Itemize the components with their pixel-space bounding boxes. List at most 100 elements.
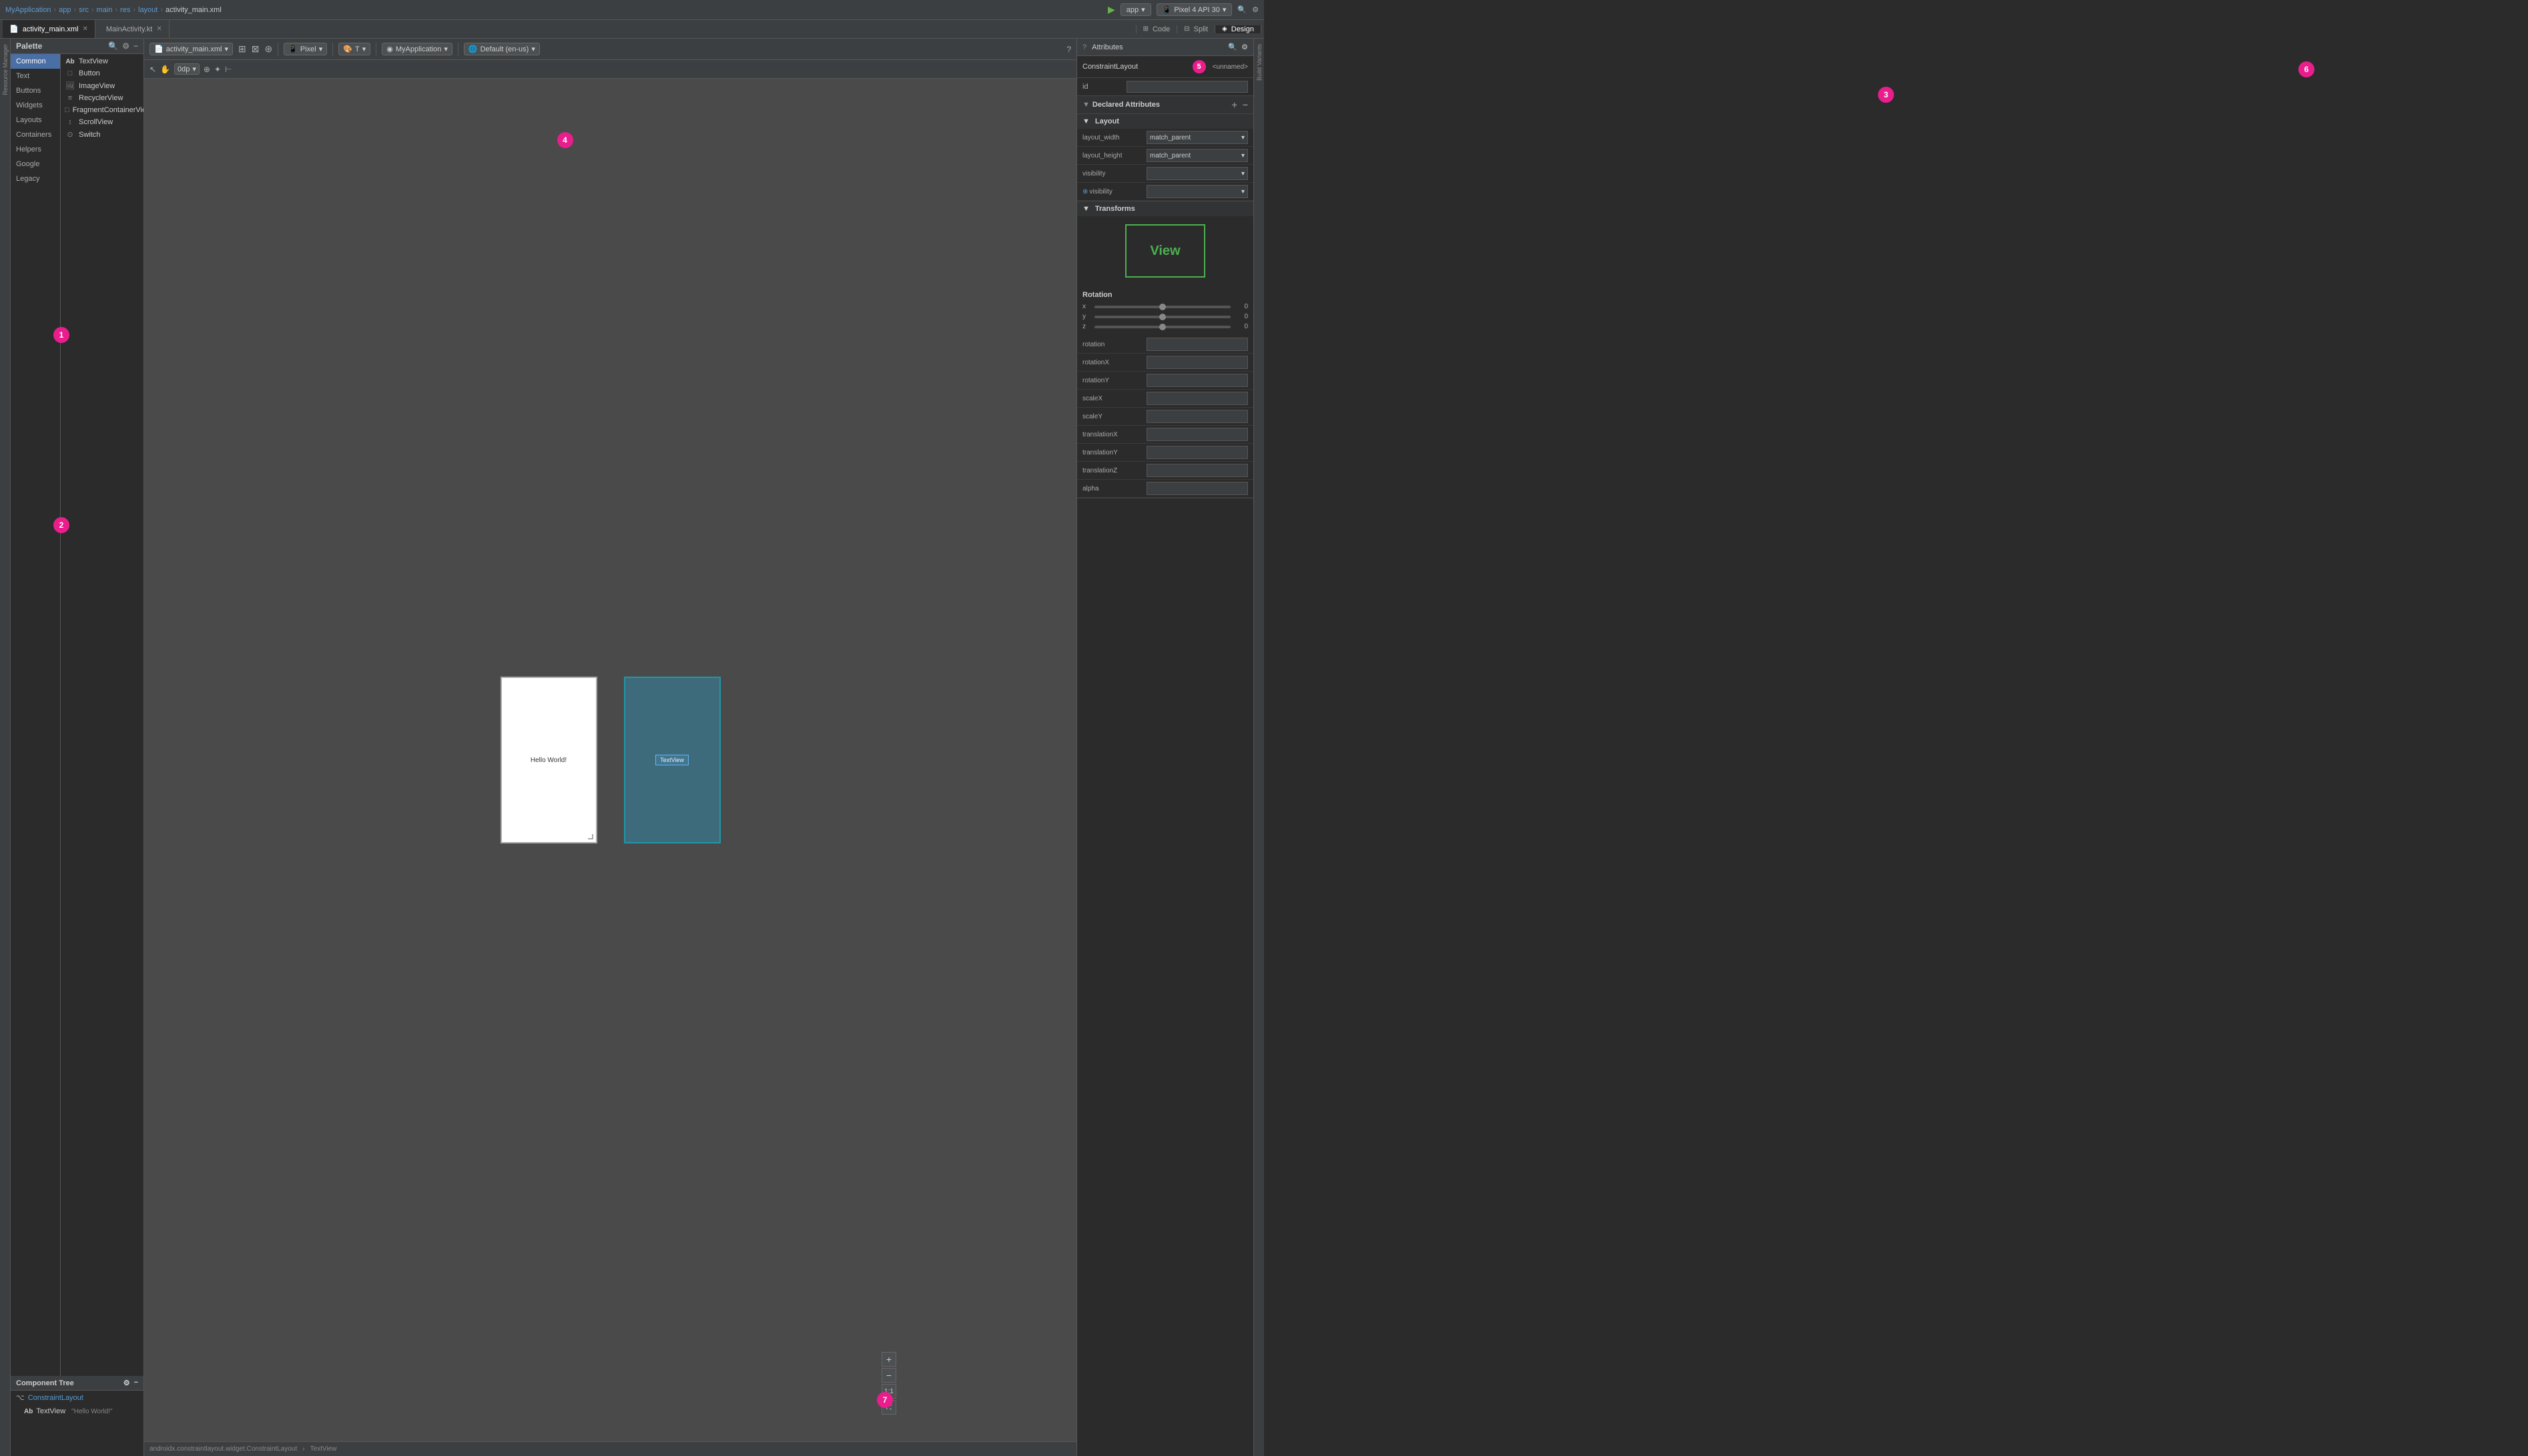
- attr-settings-icon[interactable]: ⚙: [1241, 43, 1248, 51]
- align-tool[interactable]: ⊕: [204, 65, 210, 74]
- breadcrumb-main[interactable]: main: [97, 6, 113, 14]
- phone-frame-blueprint[interactable]: TextView: [624, 677, 721, 843]
- tree-item-textview[interactable]: Ab TextView "Hello World!": [11, 1405, 143, 1418]
- palette-item-scrollview[interactable]: ↕ ScrollView: [61, 116, 143, 128]
- declared-attr-remove[interactable]: −: [1243, 99, 1248, 110]
- breadcrumb-app[interactable]: app: [59, 6, 71, 14]
- breadcrumb-src[interactable]: src: [79, 6, 89, 14]
- rotation-z-slider[interactable]: [1094, 326, 1231, 328]
- palette-category-containers[interactable]: Containers: [11, 127, 60, 142]
- settings-icon[interactable]: ⚙: [1252, 5, 1259, 14]
- rotation-x-slider[interactable]: [1094, 306, 1231, 308]
- attr-component-name-row: ConstraintLayout 5 <unnamed>: [1077, 56, 1253, 78]
- component-tree-settings-icon[interactable]: ⚙: [123, 1379, 130, 1387]
- layout-height-dropdown[interactable]: match_parent ▾: [1147, 149, 1248, 162]
- alpha-input[interactable]: [1147, 482, 1248, 495]
- palette-category-layouts[interactable]: Layouts: [11, 113, 60, 127]
- palette-category-google[interactable]: Google: [11, 157, 60, 171]
- tab-xml-close[interactable]: ✕: [82, 25, 87, 33]
- locale-dropdown[interactable]: 🌐 Default (en-us) ▾: [464, 43, 540, 55]
- visibility2-arrow: ▾: [1241, 188, 1245, 196]
- rotation-field-input[interactable]: [1147, 338, 1248, 351]
- scaleX-input[interactable]: [1147, 392, 1248, 405]
- translationY-input[interactable]: [1147, 446, 1248, 459]
- palette-item-textview[interactable]: Ab TextView: [61, 55, 143, 67]
- tab-kt-close[interactable]: ✕: [156, 25, 162, 33]
- phone-frame-light[interactable]: Hello World!: [501, 677, 597, 843]
- palette-search-icon[interactable]: 🔍: [108, 41, 118, 51]
- transforms-section-header[interactable]: ▼ Transforms: [1077, 202, 1253, 216]
- tab-bar: 📄 activity_main.xml ✕ MainActivity.kt ✕ …: [0, 20, 1264, 39]
- translationZ-label: translationZ: [1082, 467, 1143, 474]
- app-name-dropdown[interactable]: ◉ MyApplication ▾: [382, 43, 452, 55]
- hand-tool[interactable]: ✋: [160, 65, 170, 74]
- palette-item-recyclerview[interactable]: ≡ RecyclerView: [61, 92, 143, 104]
- component-tree-minimize-icon[interactable]: −: [134, 1379, 138, 1387]
- run-button[interactable]: ▶: [1108, 4, 1115, 15]
- tab-design[interactable]: ◈ Design: [1215, 25, 1261, 33]
- visibility2-dropdown[interactable]: ▾: [1147, 185, 1248, 198]
- palette-category-legacy[interactable]: Legacy: [11, 171, 60, 186]
- rotationY-input[interactable]: [1147, 374, 1248, 387]
- rotation-y-slider[interactable]: [1094, 316, 1231, 318]
- toolbar-help-icon[interactable]: ?: [1066, 45, 1071, 54]
- visibility2-row: ⊕visibility ▾: [1077, 183, 1253, 201]
- palette-item-fragmentcontainerview[interactable]: □ FragmentContainerView: [61, 104, 143, 116]
- zoom-out-button[interactable]: −: [882, 1368, 896, 1383]
- main-layout: Resource Manager Palette 🔍 ⚙ − Common: [0, 39, 1264, 1456]
- breadcrumb-res[interactable]: res: [120, 6, 130, 14]
- breadcrumb-file[interactable]: activity_main.xml: [166, 6, 222, 14]
- attr-id-input[interactable]: [1127, 81, 1248, 93]
- design-canvas: 4 Hello World! TextView + − 1:1 ⛶: [144, 79, 1076, 1441]
- resource-manager-tab[interactable]: Resource Manager: [1, 39, 10, 101]
- breadcrumb-myapplication[interactable]: MyApplication: [5, 6, 51, 14]
- palette-category-widgets[interactable]: Widgets: [11, 98, 60, 113]
- resize-handle[interactable]: [588, 834, 593, 839]
- translationX-input[interactable]: [1147, 428, 1248, 441]
- rotationX-input[interactable]: [1147, 356, 1248, 369]
- search-icon[interactable]: 🔍: [1237, 5, 1247, 14]
- zoom-in-button[interactable]: +: [882, 1352, 896, 1367]
- translationZ-input[interactable]: [1147, 464, 1248, 477]
- pixel-dropdown[interactable]: 📱 Pixel ▾: [284, 43, 327, 55]
- tab-activity-main-xml[interactable]: 📄 activity_main.xml ✕: [3, 20, 95, 38]
- tab-mainactivity-kt[interactable]: MainActivity.kt ✕: [95, 20, 170, 38]
- textview-blueprint-label: TextView: [660, 757, 684, 763]
- attr-search-icon[interactable]: 🔍: [1228, 43, 1237, 51]
- toolbar-icon-1[interactable]: ⊞: [238, 43, 246, 55]
- t-dropdown[interactable]: 🎨 T ▾: [338, 43, 370, 55]
- build-variants-tab[interactable]: Build Variants: [1255, 41, 1264, 83]
- textview-blueprint-box[interactable]: TextView: [655, 755, 689, 765]
- device-dropdown-button[interactable]: 📱 Pixel 4 API 30 ▾: [1157, 3, 1233, 16]
- toolbar-icon-2[interactable]: ⊠: [252, 43, 260, 55]
- scaleY-input[interactable]: [1147, 410, 1248, 423]
- palette-item-switch[interactable]: ⊙ Switch: [61, 128, 143, 141]
- attr-help-icon[interactable]: ?: [1082, 43, 1086, 51]
- file-dropdown[interactable]: 📄 activity_main.xml ▾: [149, 43, 233, 55]
- button-icon: □: [65, 69, 75, 77]
- palette-settings-icon[interactable]: ⚙: [122, 41, 129, 51]
- palette-item-imageview[interactable]: 🖼 ImageView: [61, 79, 143, 92]
- palette-category-helpers[interactable]: Helpers: [11, 142, 60, 157]
- palette-minimize-icon[interactable]: −: [133, 41, 138, 51]
- palette-category-common[interactable]: Common: [11, 54, 60, 69]
- layout-section-header[interactable]: ▼ Layout: [1077, 114, 1253, 129]
- tab-code[interactable]: ⊞ Code: [1137, 25, 1178, 33]
- tab-split[interactable]: ⊟ Split: [1177, 25, 1215, 33]
- button-label: Button: [79, 69, 100, 77]
- app-dropdown-button[interactable]: app ▾: [1121, 3, 1151, 16]
- guide-tool[interactable]: ⊢: [225, 65, 232, 74]
- declared-attr-add[interactable]: +: [1232, 99, 1237, 110]
- layout-width-dropdown[interactable]: match_parent ▾: [1147, 131, 1248, 144]
- visibility-dropdown[interactable]: ▾: [1147, 167, 1248, 180]
- status-separator: ›: [302, 1445, 304, 1453]
- select-tool[interactable]: ↖: [149, 65, 156, 74]
- palette-item-button[interactable]: □ Button: [61, 67, 143, 79]
- toolbar-icon-3[interactable]: ⊛: [264, 43, 272, 55]
- tree-item-constraintlayout[interactable]: ⌥ ConstraintLayout: [11, 1391, 143, 1405]
- palette-category-buttons[interactable]: Buttons: [11, 83, 60, 98]
- dp-dropdown[interactable]: 0dp ▾: [174, 63, 200, 75]
- constraint-tool[interactable]: ✦: [214, 65, 221, 74]
- palette-category-text[interactable]: Text: [11, 69, 60, 83]
- breadcrumb-layout[interactable]: layout: [138, 6, 157, 14]
